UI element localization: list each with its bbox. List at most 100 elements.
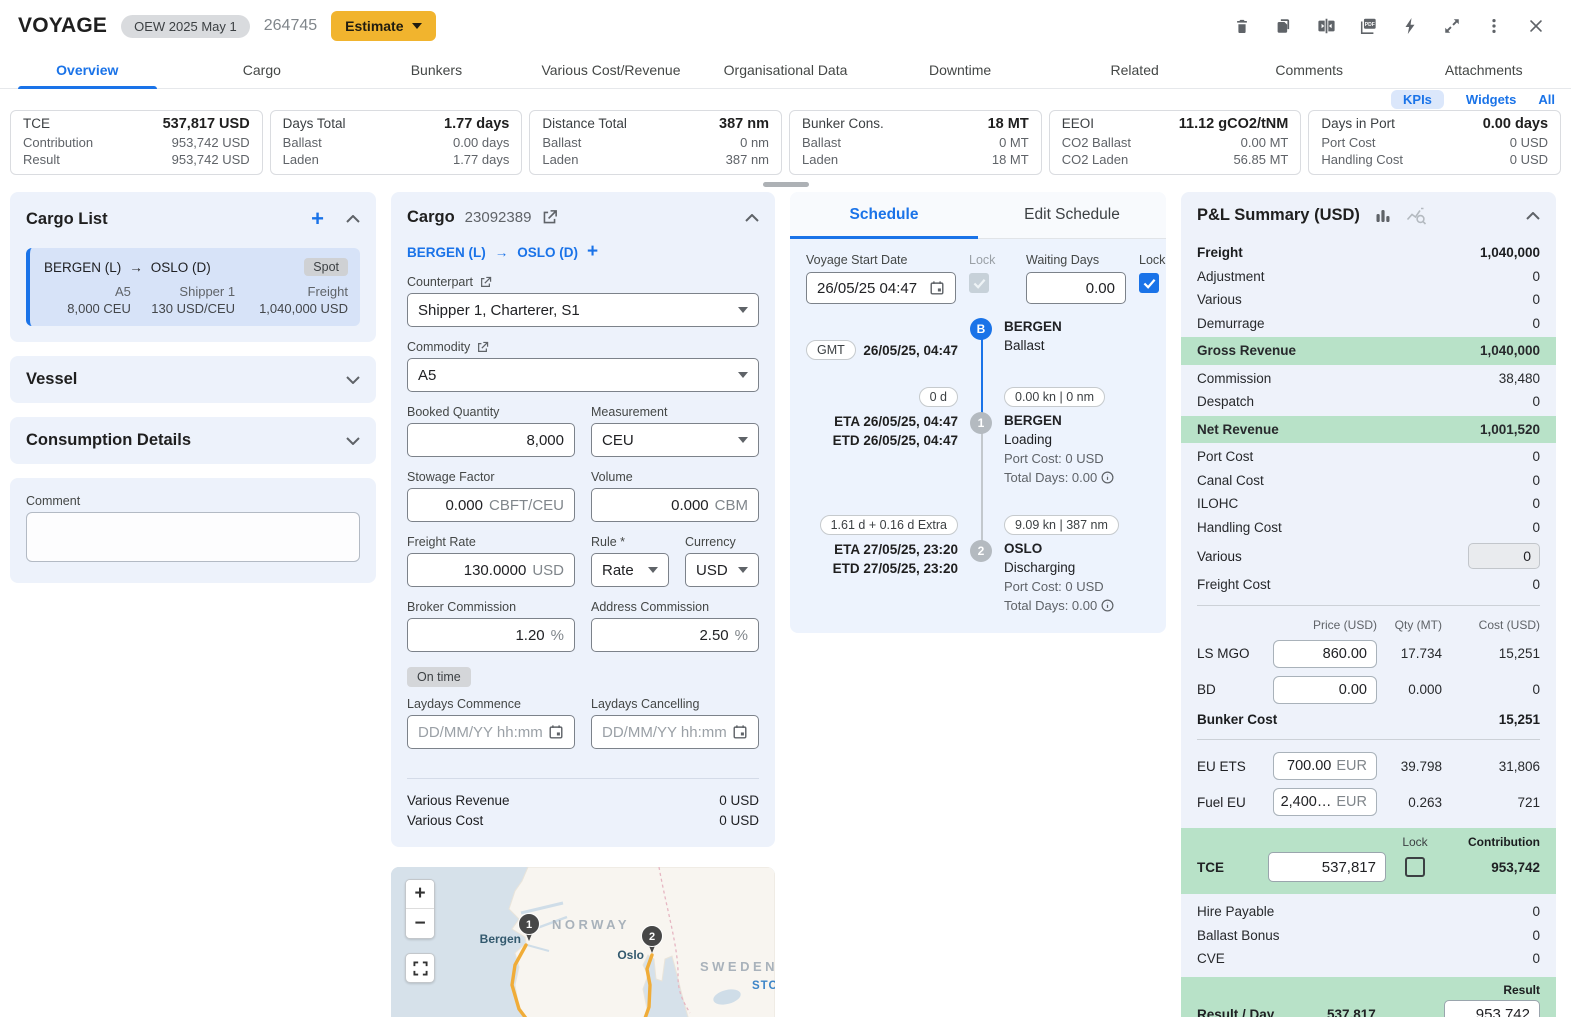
panel-resize-handle[interactable]	[763, 182, 809, 187]
tce-input[interactable]: 537,817	[1268, 852, 1386, 882]
voyage-start-input[interactable]: 26/05/25 04:47	[806, 272, 956, 304]
cargo-list-item[interactable]: BERGEN (L) → OSLO (D) Spot A5 Shipper 1 …	[26, 248, 360, 326]
toggle-widgets[interactable]: Widgets	[1466, 92, 1516, 107]
kpi-sub-label: Ballast	[802, 134, 841, 151]
tab-various-cost-revenue[interactable]: Various Cost/Revenue	[524, 52, 699, 88]
measurement-select[interactable]: CEU	[591, 423, 759, 457]
lsmgo-price-input[interactable]: 860.00	[1273, 640, 1377, 668]
various-editable-input[interactable]: 0	[1468, 543, 1540, 569]
address-commission-input[interactable]: 2.50%	[591, 618, 759, 652]
collapse-cargo-icon[interactable]	[745, 214, 759, 222]
volume-input[interactable]: 0.000CBM	[591, 488, 759, 522]
lock-waiting-checkbox[interactable]	[1139, 273, 1159, 293]
calendar-icon	[929, 280, 945, 296]
fuel-name: LS MGO	[1197, 646, 1263, 661]
kpi-view-toggle: KPIs Widgets All	[16, 90, 1555, 108]
pnl-label: Ballast Bonus	[1197, 927, 1280, 945]
analytics-search-icon[interactable]	[1406, 207, 1428, 225]
estimate-dropdown[interactable]: Estimate	[331, 11, 435, 41]
compare-icon[interactable]	[1309, 9, 1343, 43]
map-zoom-in-button[interactable]: +	[406, 880, 434, 909]
lock-start-checkbox[interactable]	[969, 273, 989, 293]
quick-actions-icon[interactable]	[1393, 9, 1427, 43]
expand-icon[interactable]	[1435, 9, 1469, 43]
open-commodity-icon[interactable]	[476, 341, 489, 354]
timeline-node-2[interactable]: 2	[970, 540, 992, 562]
qty-header: Qty (MT)	[1387, 618, 1442, 632]
kpi-card-eeoi: EEOI11.12 gCO2/tNM CO2 Ballast0.00 MT CO…	[1049, 110, 1302, 175]
rule-value: Rate	[602, 562, 634, 579]
fuel-eu-price-input[interactable]: 2,400…EUR	[1273, 788, 1377, 816]
kpi-sub-value: 1.77 days	[453, 151, 509, 168]
laydays-cancelling-input[interactable]: DD/MM/YY hh:mm	[591, 715, 759, 749]
stowage-factor-input[interactable]: 0.000CBFT/CEU	[407, 488, 575, 522]
tab-comments[interactable]: Comments	[1222, 52, 1397, 88]
tab-downtime[interactable]: Downtime	[873, 52, 1048, 88]
pnl-value: 0	[1532, 519, 1540, 537]
tab-cargo[interactable]: Cargo	[175, 52, 350, 88]
expand-vessel-icon[interactable]	[346, 376, 360, 384]
route-link-bergen[interactable]: BERGEN (L)	[407, 245, 486, 260]
route-link-oslo[interactable]: OSLO (D)	[517, 245, 578, 260]
info-icon[interactable]	[1101, 471, 1114, 484]
pnl-summary-panel: P&L Summary (USD) Freight1,040,000 Adjus…	[1181, 192, 1556, 1017]
info-icon[interactable]	[1101, 599, 1114, 612]
comment-input[interactable]	[26, 512, 360, 562]
map-fullscreen-button[interactable]	[405, 953, 435, 983]
fuel-cost: 15,251	[1452, 646, 1540, 661]
tab-attachments[interactable]: Attachments	[1397, 52, 1571, 88]
spot-badge: Spot	[304, 258, 348, 276]
tab-schedule[interactable]: Schedule	[790, 192, 978, 238]
delete-icon[interactable]	[1225, 9, 1259, 43]
kpi-sub-label: CO2 Ballast	[1062, 134, 1131, 151]
tce-lock-checkbox[interactable]	[1405, 857, 1425, 877]
kpi-sub-label: Laden	[542, 151, 578, 168]
laydays-commence-input[interactable]: DD/MM/YY hh:mm	[407, 715, 575, 749]
more-options-icon[interactable]	[1477, 9, 1511, 43]
freight-rate-label: Freight Rate	[407, 535, 575, 549]
tab-overview[interactable]: Overview	[0, 52, 175, 88]
bd-price-input[interactable]: 0.00	[1273, 676, 1377, 704]
tab-related[interactable]: Related	[1047, 52, 1222, 88]
export-pdf-icon[interactable]: PDF	[1351, 9, 1385, 43]
cargo-id: 23092389	[465, 209, 532, 226]
tab-bunkers[interactable]: Bunkers	[349, 52, 524, 88]
bar-chart-icon[interactable]	[1374, 207, 1392, 225]
expand-consumption-icon[interactable]	[346, 437, 360, 445]
route-arrow-icon: →	[129, 260, 143, 275]
result-total-input[interactable]: 953,742	[1444, 1000, 1540, 1017]
waiting-days-input[interactable]: 0.00	[1026, 272, 1126, 304]
counterpart-select[interactable]: Shipper 1, Charterer, S1	[407, 293, 759, 327]
leg1-speed-pill: 0.00 kn | 0 nm	[1004, 387, 1105, 407]
freight-rate-input[interactable]: 130.0000USD	[407, 553, 575, 587]
toggle-kpis[interactable]: KPIs	[1391, 90, 1444, 109]
pnl-label: Hire Payable	[1197, 903, 1274, 921]
rule-select[interactable]: Rate	[591, 553, 669, 587]
toggle-all[interactable]: All	[1538, 92, 1555, 107]
timeline-node-1[interactable]: 1	[970, 412, 992, 434]
open-cargo-icon[interactable]	[541, 209, 558, 226]
price-header: Price (USD)	[1273, 618, 1377, 632]
tab-edit-schedule[interactable]: Edit Schedule	[978, 192, 1166, 238]
add-cargo-button[interactable]: +	[311, 208, 324, 230]
add-port-button[interactable]: +	[587, 241, 598, 263]
collapse-cargo-list-icon[interactable]	[346, 215, 360, 223]
collapse-pnl-icon[interactable]	[1526, 212, 1540, 220]
broker-commission-input[interactable]: 1.20%	[407, 618, 575, 652]
tab-organisational-data[interactable]: Organisational Data	[698, 52, 873, 88]
booked-quantity-input[interactable]: 8,000	[407, 423, 575, 457]
duplicate-icon[interactable]	[1267, 9, 1301, 43]
route-map[interactable]: NORWAY SWEDEN STOC Bergen Oslo North 1 2	[391, 867, 775, 1017]
eu-ets-price-input[interactable]: 700.00EUR	[1273, 752, 1377, 780]
calendar-icon	[732, 724, 748, 740]
close-icon[interactable]	[1519, 9, 1553, 43]
currency-select[interactable]: USD	[685, 553, 759, 587]
kpi-title: TCE	[23, 116, 50, 131]
timeline-node-start[interactable]: B	[970, 318, 992, 340]
kpi-value: 1.77 days	[444, 116, 509, 132]
map-zoom-out-button[interactable]: −	[406, 909, 434, 938]
open-counterpart-icon[interactable]	[479, 276, 492, 289]
laydays-commence-label: Laydays Commence	[407, 697, 575, 711]
schedule-timeline: GMT 26/05/25, 04:47 B BERGEN Ballast 0 d…	[806, 318, 1150, 615]
commodity-select[interactable]: A5	[407, 358, 759, 392]
